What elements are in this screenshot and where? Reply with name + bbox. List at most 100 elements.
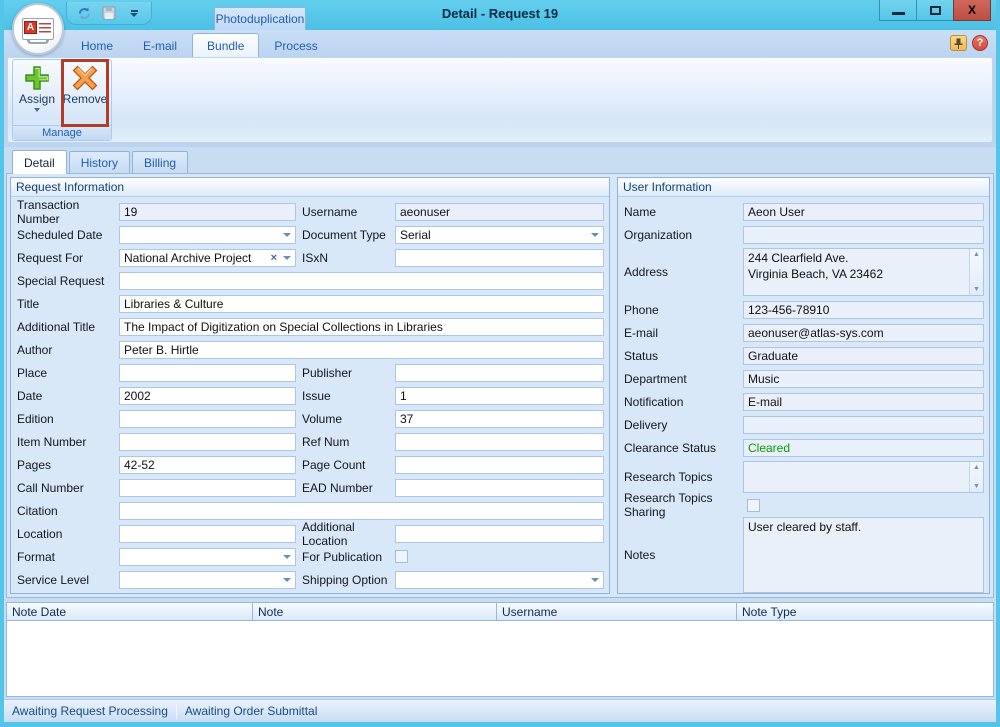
help-button[interactable]: ?: [972, 35, 988, 51]
column-header-username[interactable]: Username: [497, 603, 737, 620]
tab-home[interactable]: Home: [66, 33, 128, 57]
status-field[interactable]: Graduate: [743, 347, 984, 365]
shipping-option-dropdown[interactable]: [395, 571, 604, 589]
request-for-label: Request For: [17, 251, 119, 265]
research-topics-field[interactable]: ▲ ▼: [743, 461, 984, 493]
document-type-dropdown[interactable]: Serial: [395, 226, 604, 244]
for-publication-checkbox[interactable]: [395, 550, 408, 563]
email-field[interactable]: aeonuser@atlas-sys.com: [743, 324, 984, 342]
notification-field[interactable]: E-mail: [743, 393, 984, 411]
field-row: Status Graduate: [624, 344, 984, 367]
refresh-button[interactable]: [75, 4, 93, 22]
ref-num-label: Ref Num: [296, 435, 395, 449]
assign-button[interactable]: Assign: [13, 60, 61, 125]
notes-table-body[interactable]: [6, 621, 994, 697]
tab-billing[interactable]: Billing: [132, 151, 188, 173]
column-header-note-date[interactable]: Note Date: [7, 603, 253, 620]
clear-icon[interactable]: ×: [271, 252, 277, 264]
application-menu-button[interactable]: A: [12, 3, 64, 55]
username-field[interactable]: aeonuser: [395, 203, 604, 221]
field-row: Edition Volume 37: [17, 407, 604, 430]
scroll-down-icon[interactable]: ▼: [973, 483, 980, 490]
field-row: Delivery: [624, 413, 984, 436]
user-information-header: User Information: [618, 178, 989, 197]
tab-email[interactable]: E-mail: [128, 33, 192, 57]
item-number-field[interactable]: [119, 433, 296, 451]
scheduled-date-dropdown[interactable]: [119, 226, 296, 244]
scroll-up-icon[interactable]: ▲: [973, 464, 980, 471]
volume-field[interactable]: 37: [395, 410, 604, 428]
help-icon: ?: [977, 37, 984, 49]
address-scrollbar[interactable]: ▲ ▼: [969, 249, 983, 295]
edition-field[interactable]: [119, 410, 296, 428]
name-field[interactable]: Aeon User: [743, 203, 984, 221]
field-row: Additional Title The Impact of Digitizat…: [17, 315, 604, 338]
request-for-combo[interactable]: National Archive Project ×: [119, 249, 296, 267]
close-icon: X: [968, 3, 976, 17]
customize-quick-access-button[interactable]: [125, 4, 143, 22]
pages-field[interactable]: 42-52: [119, 456, 296, 474]
manage-group: Assign Remove Manage: [12, 59, 112, 141]
titlebar[interactable]: Detail - Request 19 Photoduplication X: [4, 0, 996, 30]
field-row: Format For Publication: [17, 545, 604, 568]
special-request-field[interactable]: [119, 272, 604, 290]
format-dropdown[interactable]: [119, 548, 296, 566]
call-number-field[interactable]: [119, 479, 296, 497]
scheduled-date-label: Scheduled Date: [17, 228, 119, 242]
field-row: Scheduled Date Document Type Serial: [17, 223, 604, 246]
phone-label: Phone: [624, 303, 743, 317]
place-field[interactable]: [119, 364, 296, 382]
clearance-status-value: Cleared: [748, 441, 790, 455]
save-button[interactable]: [100, 4, 118, 22]
organization-field[interactable]: [743, 226, 984, 244]
tab-detail[interactable]: Detail: [12, 150, 67, 174]
pin-ribbon-button[interactable]: [950, 35, 967, 51]
minimize-button[interactable]: [879, 0, 917, 21]
column-header-note[interactable]: Note: [253, 603, 497, 620]
research-topics-label: Research Topics: [624, 470, 743, 484]
notes-field[interactable]: User cleared by staff.: [743, 517, 984, 593]
phone-field[interactable]: 123-456-78910: [743, 301, 984, 319]
additional-location-field[interactable]: [395, 525, 604, 543]
tab-process[interactable]: Process: [259, 33, 332, 57]
additional-location-label: Additional Location: [296, 520, 395, 548]
pages-label: Pages: [17, 458, 119, 472]
column-header-note-type[interactable]: Note Type: [737, 603, 993, 620]
clearance-status-field[interactable]: Cleared: [743, 439, 984, 457]
page-count-field[interactable]: [395, 456, 604, 474]
remove-button[interactable]: Remove: [61, 60, 109, 125]
department-label: Department: [624, 372, 743, 386]
shipping-option-label: Shipping Option: [296, 573, 395, 587]
address-field[interactable]: 244 Clearfield Ave. Virginia Beach, VA 2…: [743, 248, 984, 296]
status-bar: Awaiting Request Processing Awaiting Ord…: [4, 699, 996, 722]
additional-title-field[interactable]: The Impact of Digitization on Special Co…: [119, 318, 604, 336]
title-field[interactable]: Libraries & Culture: [119, 295, 604, 313]
status-item-request-processing: Awaiting Request Processing: [12, 704, 168, 718]
title-label: Title: [17, 297, 119, 311]
scroll-down-icon[interactable]: ▼: [973, 286, 980, 293]
close-button[interactable]: X: [953, 0, 991, 21]
department-field[interactable]: Music: [743, 370, 984, 388]
field-row: Notes User cleared by staff.: [624, 515, 984, 595]
tab-history[interactable]: History: [69, 151, 130, 173]
location-field[interactable]: [119, 525, 296, 543]
ref-num-field[interactable]: [395, 433, 604, 451]
scroll-up-icon[interactable]: ▲: [973, 251, 980, 258]
issue-field[interactable]: 1: [395, 387, 604, 405]
notes-table-header: Note Date Note Username Note Type: [6, 602, 994, 621]
maximize-button[interactable]: [916, 0, 954, 21]
delivery-field[interactable]: [743, 416, 984, 434]
citation-field[interactable]: [119, 502, 604, 520]
chevron-down-icon[interactable]: [283, 256, 291, 260]
tab-bundle[interactable]: Bundle: [192, 33, 259, 57]
item-number-label: Item Number: [17, 435, 119, 449]
research-topics-scrollbar[interactable]: ▲ ▼: [969, 462, 983, 492]
research-topics-sharing-checkbox[interactable]: [747, 499, 760, 512]
ead-number-field[interactable]: [395, 479, 604, 497]
isxn-field[interactable]: [395, 249, 604, 267]
author-field[interactable]: Peter B. Hirtle: [119, 341, 604, 359]
date-field[interactable]: 2002: [119, 387, 296, 405]
publisher-field[interactable]: [395, 364, 604, 382]
transaction-number-field[interactable]: 19: [119, 203, 296, 221]
service-level-dropdown[interactable]: [119, 571, 296, 589]
